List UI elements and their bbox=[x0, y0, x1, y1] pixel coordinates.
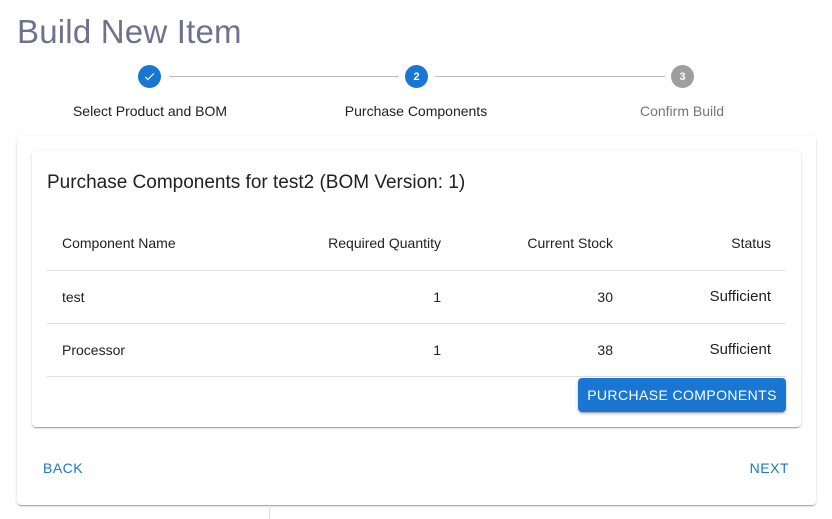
step-connector-1 bbox=[169, 76, 399, 77]
purchase-components-button[interactable]: Purchase Components bbox=[578, 378, 786, 412]
table-row: test 1 30 Sufficient bbox=[47, 270, 786, 324]
header-component-name: Component Name bbox=[47, 217, 262, 271]
step-1-label: Select Product and BOM bbox=[72, 103, 228, 119]
step-content-card: Purchase Components for test2 (BOM Versi… bbox=[17, 136, 816, 505]
step-1-check-icon bbox=[138, 65, 161, 88]
next-button[interactable]: Next bbox=[750, 460, 789, 476]
card-title: Purchase Components for test2 (BOM Versi… bbox=[47, 172, 466, 193]
step-3-indicator: 3 bbox=[671, 65, 694, 88]
header-required-quantity: Required Quantity bbox=[262, 217, 456, 271]
step-3-label: Confirm Build bbox=[639, 103, 725, 119]
required-quantity: 1 bbox=[262, 323, 456, 377]
step-2-label: Purchase Components bbox=[344, 103, 488, 119]
table-row: Processor 1 38 Sufficient bbox=[47, 323, 786, 377]
component-name: Processor bbox=[47, 323, 262, 377]
current-stock: 38 bbox=[456, 323, 628, 377]
step-2-indicator: 2 bbox=[405, 65, 428, 88]
header-status: Status bbox=[628, 217, 786, 271]
table-header-row: Component Name Required Quantity Current… bbox=[47, 217, 786, 271]
purchase-components-card: Purchase Components for test2 (BOM Versi… bbox=[32, 151, 801, 427]
component-name: test bbox=[47, 270, 262, 324]
components-table: Component Name Required Quantity Current… bbox=[47, 217, 786, 377]
status-badge: Sufficient bbox=[628, 323, 786, 377]
current-stock: 30 bbox=[456, 270, 628, 324]
status-badge: Sufficient bbox=[628, 270, 786, 324]
required-quantity: 1 bbox=[262, 270, 456, 324]
page-title: Build New Item bbox=[17, 13, 242, 50]
back-button[interactable]: Back bbox=[43, 460, 83, 476]
step-connector-2 bbox=[435, 76, 665, 77]
divider bbox=[269, 505, 270, 519]
stepper: Select Product and BOM 2 Purchase Compon… bbox=[0, 62, 832, 122]
header-current-stock: Current Stock bbox=[456, 217, 628, 271]
